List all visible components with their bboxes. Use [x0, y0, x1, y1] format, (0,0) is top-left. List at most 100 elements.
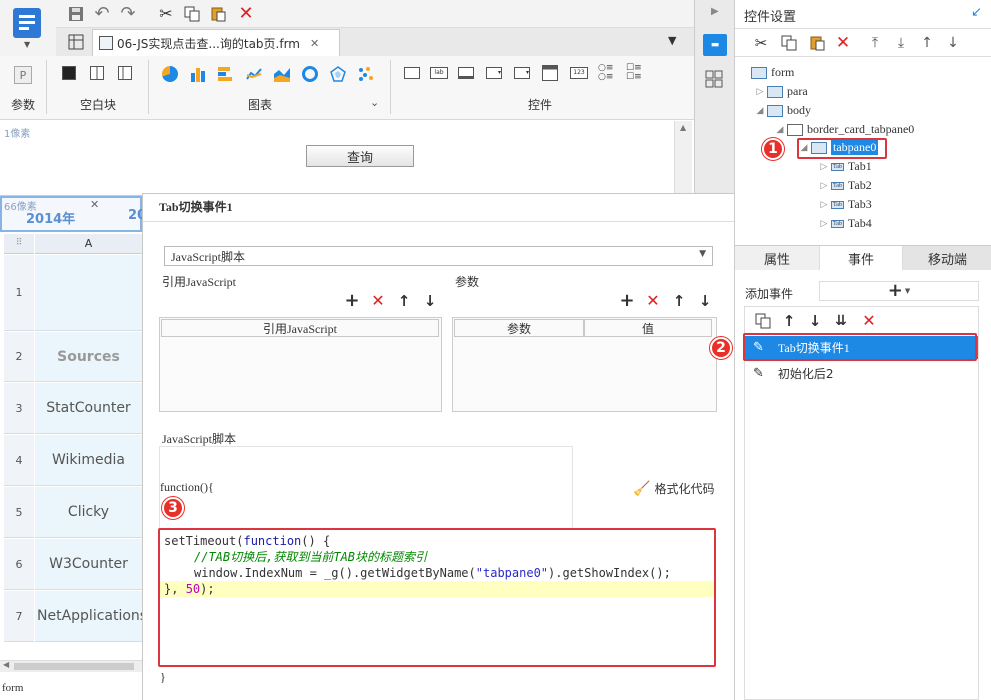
bar-chart-icon[interactable] — [190, 66, 206, 82]
date-widget-icon[interactable] — [542, 65, 558, 81]
tab-events[interactable]: 事件 — [819, 246, 903, 270]
copy-event-icon[interactable] — [753, 311, 773, 331]
line-chart-icon[interactable] — [246, 66, 262, 82]
dropdown-tree-widget-icon[interactable]: ▾ — [514, 67, 530, 79]
button-widget-icon[interactable] — [404, 67, 420, 79]
undo-icon[interactable]: ↶ — [92, 4, 112, 24]
tab-mobile[interactable]: 移动端 — [903, 246, 991, 270]
app-logo-icon[interactable] — [13, 8, 41, 38]
parameter-icon[interactable]: P — [14, 66, 32, 84]
expand-arrow-icon[interactable]: ▷ — [817, 161, 831, 172]
row-number[interactable]: 7 — [4, 591, 34, 642]
move-to-bottom-event-icon[interactable]: ⇊ — [831, 311, 851, 331]
grid-cell[interactable] — [35, 255, 142, 331]
add-param-icon[interactable]: + — [617, 291, 637, 311]
tab-title-2014[interactable]: 2014年 — [26, 208, 75, 227]
add-ref-js-icon[interactable]: + — [342, 291, 362, 311]
document-tab[interactable]: 06-JS实现点击查...询的tab页.frm ✕ — [92, 29, 340, 56]
row-number[interactable]: 6 — [4, 539, 34, 590]
copy-widget-icon[interactable] — [779, 33, 799, 53]
cut-widget-icon[interactable]: ✂ — [751, 33, 771, 53]
expand-arrow-icon[interactable]: ▷ — [817, 180, 831, 191]
move-down-param-icon[interactable]: ↓ — [695, 291, 715, 311]
delete-widget-icon[interactable]: ✕ — [833, 33, 853, 53]
tree-node-tab4[interactable]: ▷ Tab Tab4 — [817, 216, 872, 231]
row-number[interactable]: 1 — [4, 255, 34, 331]
row-number[interactable]: 2 — [4, 332, 34, 382]
event-item-after-init[interactable]: ✎ 初始化后2 — [745, 362, 978, 385]
pie-chart-icon[interactable] — [162, 66, 178, 82]
row-number[interactable]: 3 — [4, 383, 34, 434]
move-down-ref-js-icon[interactable]: ↓ — [420, 291, 440, 311]
pin-icon[interactable]: ↙ — [971, 5, 982, 20]
horizontal-bar-chart-icon[interactable] — [218, 66, 234, 82]
blank-block-absolute-icon[interactable] — [62, 66, 76, 80]
delete-ref-js-icon[interactable]: ✕ — [368, 291, 388, 311]
collapse-arrow-icon[interactable]: ◢ — [773, 124, 787, 135]
checkbox-group-widget-icon[interactable]: ☐≡ ☐≡ — [626, 64, 642, 82]
horizontal-scrollbar[interactable]: ◀ — [0, 660, 142, 672]
tabpane-header[interactable]: 66像素 2014年 ✕ 20 — [0, 196, 146, 232]
radio-group-widget-icon[interactable]: ○≡ ○≡ — [598, 64, 614, 82]
collapse-arrow-icon[interactable]: ◢ — [753, 105, 767, 116]
delete-param-icon[interactable]: ✕ — [643, 291, 663, 311]
paste-icon[interactable] — [208, 4, 228, 24]
blank-block-split-icon[interactable] — [90, 66, 104, 80]
copy-icon[interactable] — [182, 4, 202, 24]
grid-cell[interactable]: Sources — [35, 332, 142, 382]
move-up-ref-js-icon[interactable]: ↑ — [394, 291, 414, 311]
query-button[interactable]: 查询 — [306, 145, 414, 167]
row-number[interactable]: 4 — [4, 435, 34, 486]
chart-group-expand-icon[interactable]: ⌄ — [370, 96, 379, 109]
delete-icon[interactable]: ✕ — [236, 4, 256, 24]
move-up-icon[interactable]: ↑ — [917, 33, 937, 53]
tree-node-body[interactable]: ◢ body — [753, 103, 811, 118]
canvas-scrollbar[interactable]: ▲ — [674, 121, 692, 196]
blank-block-grid-icon[interactable] — [118, 66, 132, 80]
widget-library-strip-icon[interactable] — [705, 70, 725, 90]
label-widget-icon[interactable]: lab — [430, 67, 448, 79]
script-type-select[interactable]: JavaScript脚本 ▼ — [164, 246, 713, 266]
grid-cell[interactable]: StatCounter — [35, 383, 142, 434]
tab-attributes[interactable]: 属性 — [735, 246, 819, 270]
grid-view-icon[interactable] — [66, 32, 86, 52]
grid-cell[interactable]: NetApplications — [35, 591, 147, 642]
radar-chart-icon[interactable] — [330, 66, 346, 82]
expand-arrow-icon[interactable]: ▷ — [817, 199, 831, 210]
paste-widget-icon[interactable] — [807, 33, 827, 53]
delete-event-icon[interactable]: ✕ — [859, 311, 879, 331]
tree-node-tab2[interactable]: ▷ Tab Tab2 — [817, 178, 872, 193]
tab-list-dropdown-icon[interactable]: ▼ — [668, 34, 676, 47]
tree-node-border-card[interactable]: ◢ border_card_tabpane0 — [773, 122, 915, 137]
scatter-chart-icon[interactable] — [358, 66, 374, 82]
expand-arrow-icon[interactable]: ▷ — [753, 86, 767, 97]
format-code-button[interactable]: 🧹 格式化代码 — [633, 480, 714, 497]
cut-icon[interactable]: ✂ — [156, 4, 176, 24]
move-down-icon[interactable]: ↓ — [943, 33, 963, 53]
row-number[interactable]: 5 — [4, 487, 34, 538]
gauge-chart-icon[interactable] — [302, 66, 318, 82]
tree-node-form[interactable]: form — [751, 65, 794, 80]
redo-icon[interactable]: ↷ — [118, 4, 138, 24]
grid-cell[interactable]: Clicky — [35, 487, 142, 538]
expand-arrow-icon[interactable]: ▷ — [817, 218, 831, 229]
move-down-event-icon[interactable]: ↓ — [805, 311, 825, 331]
move-bottom-icon[interactable]: ⤓ — [891, 33, 911, 53]
grid-cell[interactable]: W3Counter — [35, 539, 142, 590]
save-icon[interactable] — [66, 4, 86, 24]
area-chart-icon[interactable] — [274, 66, 290, 82]
combo-widget-icon[interactable]: ▾ — [486, 67, 502, 79]
close-tab-icon[interactable]: ✕ — [310, 37, 319, 50]
number-widget-icon[interactable]: 123 — [570, 67, 588, 79]
app-menu-chevron-icon[interactable]: ▼ — [24, 40, 30, 49]
tree-node-para[interactable]: ▷ para — [753, 84, 808, 99]
collapse-arrow-icon[interactable]: ▶ — [711, 6, 719, 17]
widget-settings-strip-icon[interactable]: ▬ — [703, 34, 727, 56]
move-up-event-icon[interactable]: ↑ — [779, 311, 799, 331]
move-top-icon[interactable]: ⤒ — [865, 33, 885, 53]
tree-node-tab1[interactable]: ▷ Tab Tab1 — [817, 159, 872, 174]
move-up-param-icon[interactable]: ↑ — [669, 291, 689, 311]
grid-cell[interactable]: Wikimedia — [35, 435, 142, 486]
close-tab-icon[interactable]: ✕ — [90, 198, 99, 211]
add-event-dropdown[interactable]: + ▼ — [819, 281, 979, 301]
